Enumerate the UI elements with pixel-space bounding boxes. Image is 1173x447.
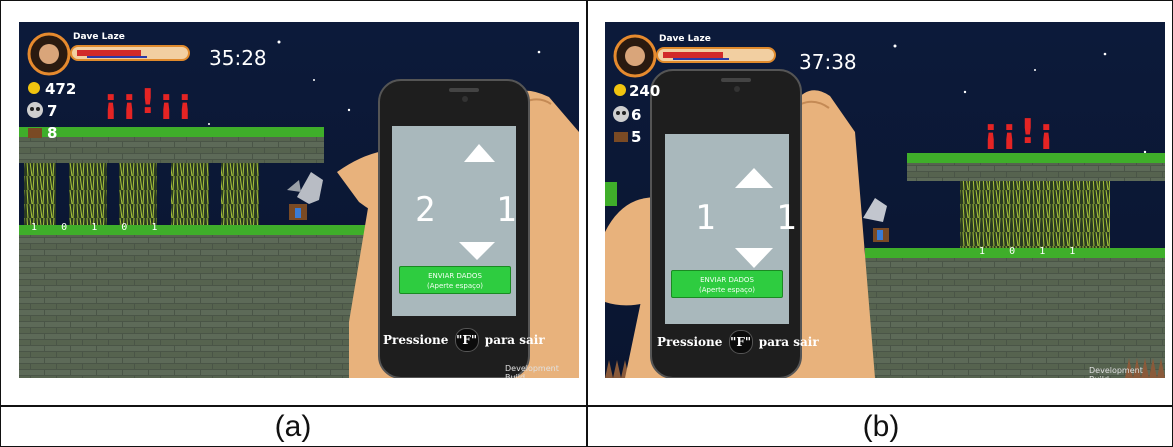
player-name: Dave Laze: [73, 32, 125, 42]
caption-divider: [0, 405, 1173, 407]
caption-a: (a): [274, 410, 312, 443]
caption-b: (b): [862, 410, 900, 443]
exit-key[interactable]: "F": [454, 328, 479, 352]
phone-digits: 1 1: [695, 198, 817, 238]
game-scene-b: [605, 22, 1165, 378]
binary-row: 1 0 1 0 1: [31, 222, 158, 233]
chest-count: 5: [631, 128, 642, 146]
game-screenshot-a: Dave Laze 35:28 472 7 8 ¡¡!¡¡ 1 0 1 0 1 …: [19, 22, 579, 378]
exit-suffix: para sair: [484, 333, 545, 347]
binary-row: 1 0 1 1: [979, 246, 1076, 257]
chest-icon: [28, 128, 42, 138]
coin-icon: [614, 84, 626, 96]
skull-icon: [27, 102, 43, 118]
chest-count: 8: [47, 124, 58, 142]
game-timer: 37:38: [799, 50, 857, 74]
chest-icon: [614, 132, 628, 142]
development-build-label: Development Build: [1089, 366, 1143, 378]
hero-portrait-icon: [613, 34, 657, 78]
exit-hint: Pressione "F" para sair: [657, 330, 819, 354]
column-divider: [586, 0, 588, 447]
skull-icon: [613, 106, 629, 122]
send-label: ENVIAR DADOS: [700, 276, 754, 284]
exit-prefix: Pressione: [657, 335, 723, 349]
game-screenshot-b: Dave Laze 37:38 240 6 5 ¡¡!¡ 1 0 1 1 1 1…: [605, 22, 1165, 378]
send-hint: (Aperte espaço): [427, 282, 483, 290]
grass-ledge: [19, 127, 324, 137]
coin-count: 240: [629, 82, 661, 100]
hero-portrait-icon: [27, 32, 71, 76]
send-data-button[interactable]: ENVIAR DADOS (Aperte espaço): [671, 270, 783, 298]
send-label: ENVIAR DADOS: [428, 272, 482, 280]
knight-player-icon: [873, 228, 889, 242]
send-data-button[interactable]: ENVIAR DADOS (Aperte espaço): [399, 266, 511, 294]
development-build-label: Development Build: [505, 364, 559, 378]
phone-digits: 2 1: [415, 190, 537, 230]
coin-icon: [28, 82, 40, 94]
coin-count: 472: [45, 80, 77, 98]
kill-count: 6: [631, 106, 642, 124]
exit-suffix: para sair: [758, 335, 819, 349]
exit-key[interactable]: "F": [728, 330, 753, 354]
player-name: Dave Laze: [659, 34, 711, 44]
red-marks: ¡¡!¡: [983, 112, 1058, 152]
exit-prefix: Pressione: [383, 333, 449, 347]
red-marks: ¡¡!¡¡: [103, 82, 196, 122]
game-timer: 35:28: [209, 46, 267, 70]
knight-player-icon: [289, 204, 307, 220]
send-hint: (Aperte espaço): [699, 286, 755, 294]
exit-hint: Pressione "F" para sair: [383, 328, 545, 352]
kill-count: 7: [47, 102, 58, 120]
